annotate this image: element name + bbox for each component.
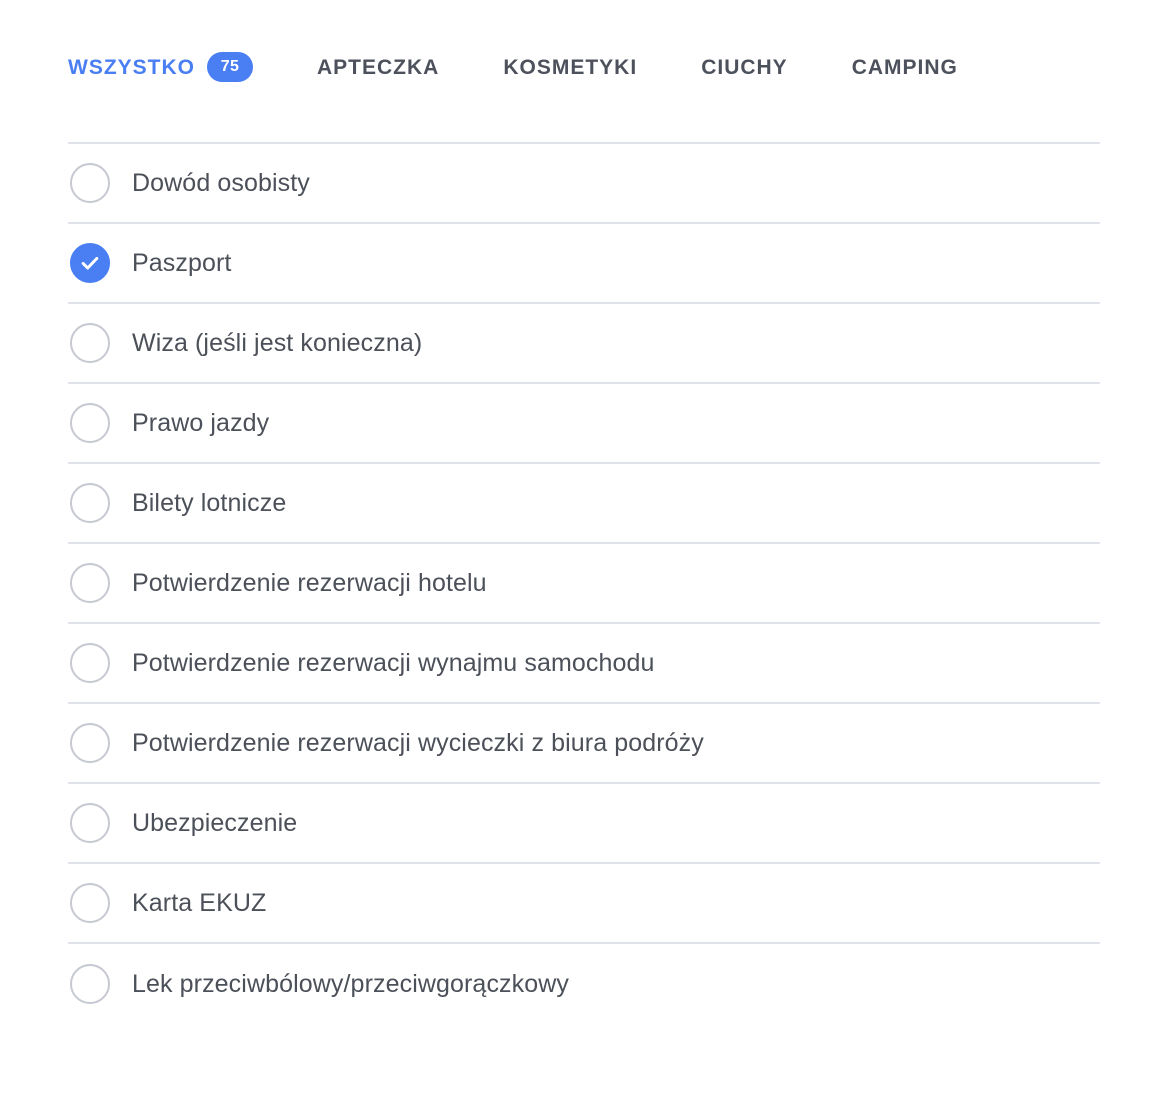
checklist-item-label: Ubezpieczenie — [132, 808, 298, 837]
checklist: Dowód osobisty Paszport Wiza (jeśli jest k… — [68, 142, 1100, 1024]
checklist-item-label: Wiza (jeśli jest konieczna) — [132, 328, 423, 357]
checklist-row[interactable]: Karta EKUZ — [68, 864, 1100, 944]
checklist-row[interactable]: Potwierdzenie rezerwacji wynajmu samocho… — [68, 624, 1100, 704]
tab-label: APTECZKA — [317, 55, 440, 79]
checkbox-checked-icon[interactable] — [70, 243, 110, 283]
tab-wszystko[interactable]: WSZYSTKO 75 — [68, 52, 253, 82]
checkbox-unchecked-icon[interactable] — [70, 723, 110, 763]
checklist-row[interactable]: Prawo jazdy — [68, 384, 1100, 464]
tab-camping[interactable]: CAMPING — [852, 57, 958, 78]
tab-ciuchy[interactable]: CIUCHY — [701, 57, 788, 78]
checkbox-unchecked-icon[interactable] — [70, 323, 110, 363]
checkbox-unchecked-icon[interactable] — [70, 964, 110, 1004]
checklist-row[interactable]: Potwierdzenie rezerwacji wycieczki z biu… — [68, 704, 1100, 784]
checklist-item-label: Lek przeciwbólowy/przeciwgorączkowy — [132, 969, 569, 998]
checklist-item-label: Karta EKUZ — [132, 888, 267, 917]
checkbox-unchecked-icon[interactable] — [70, 883, 110, 923]
checklist-row[interactable]: Dowód osobisty — [68, 144, 1100, 224]
tab-count-badge: 75 — [207, 52, 253, 82]
checkbox-unchecked-icon[interactable] — [70, 403, 110, 443]
checklist-item-label: Potwierdzenie rezerwacji hotelu — [132, 568, 487, 597]
checklist-item-label: Dowód osobisty — [132, 168, 310, 197]
checkbox-unchecked-icon[interactable] — [70, 163, 110, 203]
checkbox-unchecked-icon[interactable] — [70, 563, 110, 603]
tab-label: CAMPING — [851, 55, 958, 79]
checkbox-unchecked-icon[interactable] — [70, 803, 110, 843]
checklist-row[interactable]: Potwierdzenie rezerwacji hotelu — [68, 544, 1100, 624]
checklist-row[interactable]: Wiza (jeśli jest konieczna) — [68, 304, 1100, 384]
checklist-item-label: Prawo jazdy — [132, 408, 270, 437]
checklist-item-label: Potwierdzenie rezerwacji wycieczki z biu… — [132, 728, 704, 757]
checkbox-unchecked-icon[interactable] — [70, 643, 110, 683]
packing-list-page: WSZYSTKO 75 APTECZKA KOSMETYKI CIUCHY CAMPING… — [0, 0, 1172, 1120]
tab-kosmetyki[interactable]: KOSMETYKI — [503, 57, 637, 78]
checklist-row[interactable]: Lek przeciwbólowy/przeciwgorączkowy — [68, 944, 1100, 1024]
tab-label: KOSMETYKI — [503, 55, 638, 79]
checklist-item-label: Paszport — [132, 248, 232, 277]
checklist-row[interactable]: Bilety lotnicze — [68, 464, 1100, 544]
checkbox-unchecked-icon[interactable] — [70, 483, 110, 523]
checklist-item-label: Bilety lotnicze — [132, 488, 287, 517]
checklist-item-label: Potwierdzenie rezerwacji wynajmu samocho… — [132, 648, 655, 677]
tab-apteczka[interactable]: APTECZKA — [317, 57, 439, 78]
checklist-row[interactable]: Ubezpieczenie — [68, 784, 1100, 864]
category-tabbar: WSZYSTKO 75 APTECZKA KOSMETYKI CIUCHY CAMPING — [68, 52, 958, 82]
tab-label: WSZYSTKO — [68, 55, 195, 79]
tab-label: CIUCHY — [701, 55, 788, 79]
checklist-row[interactable]: Paszport — [68, 224, 1100, 304]
